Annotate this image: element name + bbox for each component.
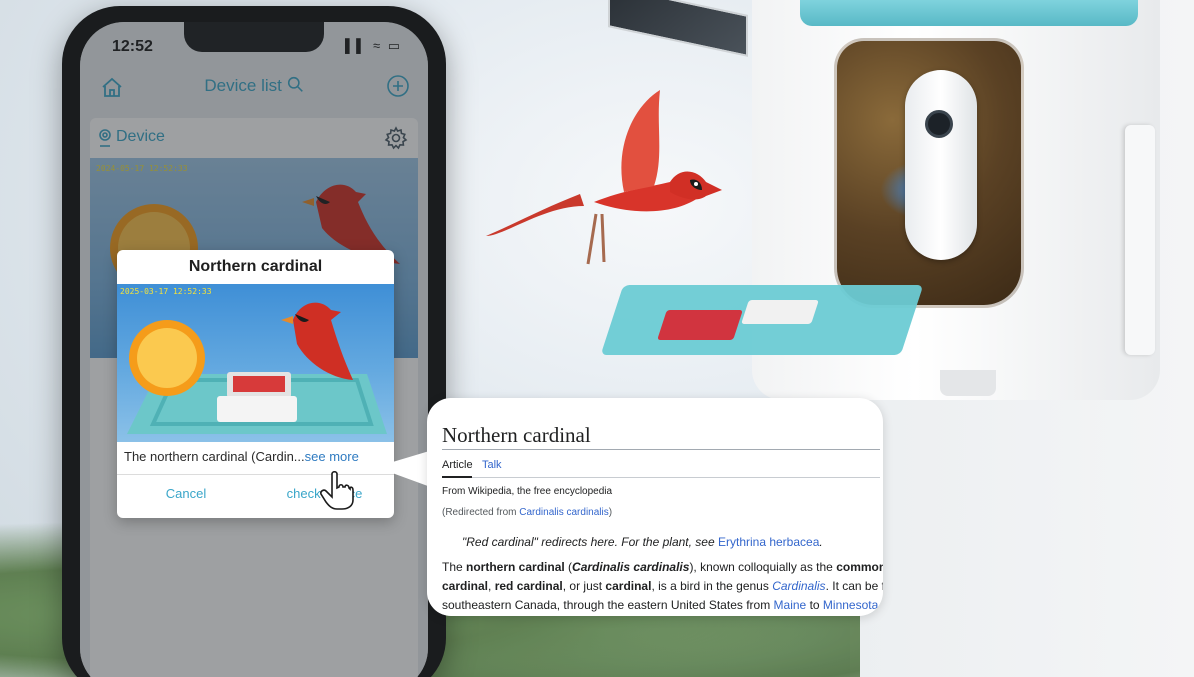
body-text: to: [878, 598, 883, 612]
body-bold: northern cardinal: [466, 560, 565, 574]
flying-cardinal-image: [486, 90, 722, 265]
redirected-prefix: (Redirected from: [442, 507, 520, 518]
body-text: ), known colloquially as the: [689, 560, 837, 574]
popup-title: Northern cardinal: [188, 258, 323, 275]
body-text: southeastern Canada, through the eastern…: [442, 598, 774, 612]
wikipedia-card: Northern cardinal Article Talk From Wiki…: [427, 398, 883, 616]
feeder-camera: [905, 70, 977, 260]
body-text: ,: [488, 579, 495, 593]
body-bold: red cardinal: [494, 579, 563, 593]
redirected-suffix: ): [608, 507, 613, 518]
body-bold-italic: Cardinalis cardinalis: [572, 560, 690, 574]
body-text: The: [442, 560, 467, 574]
body-text: . It can be fou: [825, 579, 883, 593]
feeder-roof: [800, 0, 1138, 26]
see-more-link[interactable]: see more: [305, 449, 359, 464]
wiki-title: Northern cardinal: [442, 423, 591, 447]
body-text: , or just: [562, 579, 606, 593]
hatnote-text: "Red cardinal" redirects here. For the p…: [462, 535, 718, 549]
body-bold: cardinal: [442, 579, 489, 593]
tray-white: [741, 300, 819, 324]
wiki-redirected-line: (Redirected from Cardinalis cardinalis): [442, 507, 612, 518]
tab-article-underline: [442, 476, 472, 478]
camera-lens: [925, 110, 953, 138]
popup-photo[interactable]: 2025-03-17 12:52:33: [117, 284, 394, 442]
body-bold: common: [836, 560, 883, 574]
photo-scene-image: [127, 302, 387, 434]
wiki-tab-rule: [442, 477, 880, 478]
popup-description: The northern cardinal (Cardin...see more: [124, 449, 359, 464]
wiki-hatnote: "Red cardinal" redirects here. For the p…: [462, 535, 823, 549]
wiki-from-line: From Wikipedia, the free encyclopedia: [442, 486, 613, 497]
check-button-label: check: [286, 486, 321, 501]
popup-description-text: The northern cardinal (Cardin...: [124, 449, 305, 464]
tab-talk[interactable]: Talk: [482, 459, 502, 471]
wiki-body-line-1: The northern cardinal (Cardinalis cardin…: [442, 558, 883, 577]
body-text: (: [564, 560, 573, 574]
hatnote-link[interactable]: Erythrina herbacea: [718, 535, 819, 549]
tray-jelly: [657, 310, 743, 340]
cancel-button[interactable]: Cancel: [117, 486, 255, 501]
minnesota-link[interactable]: Minnesota: [823, 598, 878, 612]
wiki-body-line-2: cardinal, red cardinal, or just cardinal…: [442, 577, 883, 596]
feeder-mount: [1125, 125, 1155, 355]
body-text: , is a bird in the genus: [651, 579, 773, 593]
maine-link[interactable]: Maine: [774, 598, 807, 612]
redirected-link[interactable]: Cardinalis cardinalis: [519, 507, 608, 518]
body-text: to: [806, 598, 823, 612]
wiki-title-rule: [442, 449, 880, 450]
wiki-body: The northern cardinal (Cardinalis cardin…: [442, 558, 883, 615]
wiki-body-line-3: southeastern Canada, through the eastern…: [442, 596, 883, 615]
genus-link[interactable]: Cardinalis: [772, 579, 825, 593]
body-bold: cardinal: [605, 579, 652, 593]
tab-article[interactable]: Article: [442, 459, 473, 471]
feeder-peg: [940, 370, 996, 396]
hand-cursor-icon: [320, 470, 354, 510]
hatnote-end: .: [819, 535, 823, 549]
